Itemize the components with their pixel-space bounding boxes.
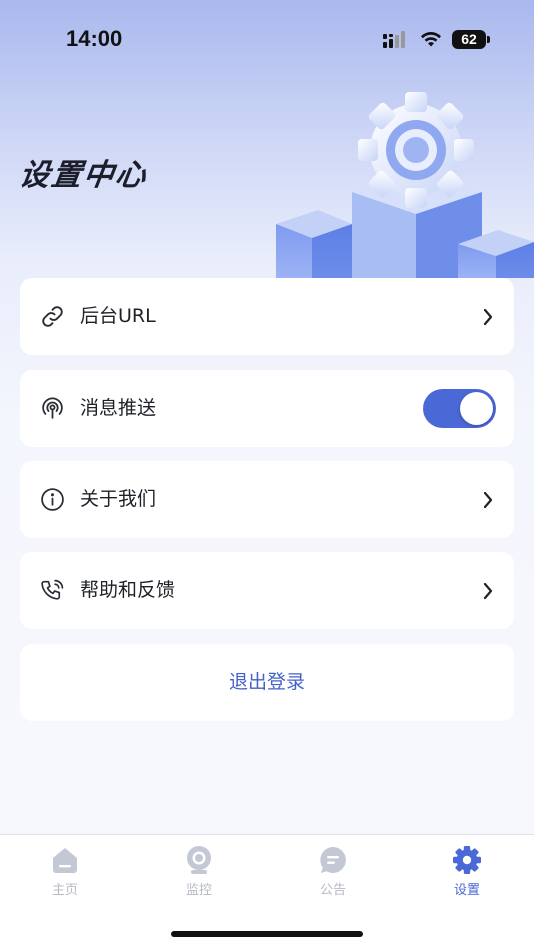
battery-level: 62	[452, 30, 486, 49]
backend-url-item[interactable]: 后台URL	[20, 278, 514, 355]
settings-screen: 14:00 62 设置中心 后台URL 消息推送 关于我们 帮助和反馈 退出登录…	[0, 0, 534, 950]
help-feedback-item[interactable]: 帮助和反馈	[20, 552, 514, 629]
push-notifications-toggle[interactable]	[423, 389, 496, 428]
tab-settings[interactable]: 设置	[427, 845, 507, 905]
chevron-right-icon	[483, 582, 493, 600]
gear-cubes-illustration	[276, 92, 534, 278]
gear-icon	[453, 846, 481, 874]
about-us-label: 关于我们	[80, 488, 157, 510]
chat-icon	[320, 847, 346, 873]
tab-settings-label: 设置	[453, 883, 480, 898]
battery-indicator: 62	[452, 30, 490, 49]
tab-home[interactable]: 主页	[25, 845, 105, 905]
tab-announcements-label: 公告	[319, 883, 346, 898]
help-feedback-label: 帮助和反馈	[80, 579, 176, 601]
tab-monitor[interactable]: 监控	[159, 845, 239, 905]
chevron-right-icon	[483, 308, 493, 326]
home-indicator	[171, 931, 363, 937]
push-notifications-label: 消息推送	[80, 397, 157, 419]
toggle-knob	[460, 392, 493, 425]
push-notifications-item: 消息推送	[20, 370, 514, 447]
tab-home-label: 主页	[51, 883, 78, 898]
page-title: 设置中心	[17, 158, 150, 193]
about-us-item[interactable]: 关于我们	[20, 461, 514, 538]
info-icon	[41, 488, 64, 511]
home-icon	[53, 848, 77, 873]
battery-cap	[487, 36, 490, 43]
status-bar: 14:00 62	[0, 0, 534, 80]
tab-announcements[interactable]: 公告	[293, 845, 373, 905]
broadcast-icon	[42, 397, 63, 419]
camera-icon	[187, 846, 211, 874]
status-time: 14:00	[66, 26, 123, 51]
logout-button[interactable]: 退出登录	[20, 644, 514, 721]
backend-url-label: 后台URL	[80, 305, 156, 327]
tab-monitor-label: 监控	[185, 883, 212, 898]
phone-call-icon	[41, 579, 64, 600]
chevron-right-icon	[483, 491, 493, 509]
cellular-signal-icon	[383, 31, 405, 48]
link-icon	[42, 306, 63, 327]
wifi-icon	[421, 31, 441, 47]
